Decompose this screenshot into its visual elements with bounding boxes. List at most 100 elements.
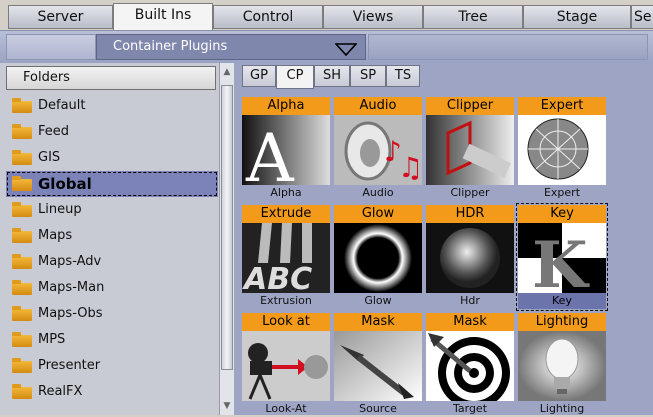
plugin-panel: GP CP SH SP TS Alpha A Alpha Audio ♪ ♫ Au… (234, 63, 653, 415)
folder-icon (12, 306, 32, 321)
lightbulb-icon (518, 331, 606, 401)
plugin-title: Mask (426, 313, 514, 331)
plugin-mask-target[interactable]: Mask Target (426, 313, 514, 417)
tab-views[interactable]: Views (323, 5, 423, 29)
subtab-ts[interactable]: TS (386, 65, 420, 87)
plugin-label: Key (518, 293, 606, 309)
category-bar-left-segment (6, 34, 96, 60)
folder-item[interactable]: Presenter (6, 353, 218, 379)
plugin-title: Look at (242, 313, 330, 331)
folder-item-selected[interactable]: Global (6, 171, 218, 197)
tab-server[interactable]: Server (8, 5, 113, 29)
folder-icon (12, 176, 32, 191)
plugin-label: Expert (543, 186, 581, 199)
svg-text:A: A (245, 120, 295, 185)
plugin-expert[interactable]: Expert Expert (518, 97, 606, 201)
folder-icon (12, 254, 32, 269)
folder-item[interactable]: Maps (6, 223, 218, 249)
plugin-label: Extrusion (260, 294, 312, 307)
tab-stage[interactable]: Stage (523, 5, 631, 29)
folder-icon (12, 280, 32, 295)
plugin-title: Clipper (426, 97, 514, 115)
folder-icon (12, 98, 32, 113)
dropdown-selected-label: Container Plugins (113, 39, 228, 54)
plugin-category-bar: Container Plugins (0, 30, 653, 63)
plugin-hdr[interactable]: HDR Hdr (426, 205, 514, 309)
hdr-sphere-icon (426, 223, 514, 293)
top-tab-bar: Server Built Ins Control Views Tree Stag… (0, 0, 653, 30)
plugin-title: Expert (518, 97, 606, 115)
folder-item[interactable]: Maps-Adv (6, 249, 218, 275)
plugin-title: Key (518, 205, 606, 223)
subtab-sh[interactable]: SH (314, 65, 350, 87)
clipper-icon (426, 115, 514, 185)
mask-dart-icon (334, 331, 422, 401)
svg-text:ABC: ABC (242, 262, 312, 293)
plugin-title: Mask (334, 313, 422, 331)
tab-tree[interactable]: Tree (423, 5, 523, 29)
plugin-glow[interactable]: Glow Glow (334, 205, 422, 309)
plugin-title: Glow (334, 205, 422, 223)
tab-built-ins[interactable]: Built Ins (113, 3, 213, 30)
folder-item[interactable]: RealFX (6, 379, 218, 405)
glow-ring-icon (334, 223, 422, 293)
scroll-down-arrow-icon[interactable]: ▼ (222, 401, 232, 411)
plugin-title: Audio (334, 97, 422, 115)
target-dart-icon (426, 331, 514, 401)
key-k-icon: K (518, 223, 606, 293)
folder-item[interactable]: Lineup (6, 197, 218, 223)
folder-item[interactable]: MPS (6, 327, 218, 353)
folders-panel: Folders Default Feed GIS Global Lineup M… (0, 63, 234, 415)
audio-ear-icon: ♪ ♫ (334, 115, 422, 185)
plugin-lighting[interactable]: Lighting Lighting (518, 313, 606, 417)
folder-icon (12, 150, 32, 165)
plugin-grid: Alpha A Alpha Audio ♪ ♫ Audio Clipper Cli… (234, 91, 653, 415)
plugin-audio[interactable]: Audio ♪ ♫ Audio (334, 97, 422, 201)
folder-icon (12, 124, 32, 139)
tab-control[interactable]: Control (213, 5, 323, 29)
plugin-extrude[interactable]: Extrude ABC Extrusion (242, 205, 330, 309)
svg-text:♫: ♫ (398, 151, 422, 184)
svg-text:K: K (532, 228, 590, 293)
folder-item[interactable]: Feed (6, 119, 218, 145)
plugin-title: Lighting (518, 313, 606, 331)
chevron-down-icon (334, 41, 358, 65)
folder-item[interactable]: Default (6, 93, 218, 119)
subtab-sp[interactable]: SP (350, 65, 386, 87)
folders-header: Folders (6, 66, 216, 90)
folder-icon (12, 228, 32, 243)
plugin-key[interactable]: Key K Key (516, 203, 608, 311)
plugin-look-at[interactable]: Look at Look-At (242, 313, 330, 417)
scroll-up-arrow-icon[interactable]: ▲ (222, 67, 232, 77)
plugin-label: Glow (364, 294, 392, 307)
folder-icon (12, 384, 32, 399)
category-bar-right-segment (368, 34, 648, 60)
plugin-label: Hdr (460, 294, 480, 307)
folder-list: Default Feed GIS Global Lineup Maps Maps… (6, 93, 218, 405)
plugin-title: Alpha (242, 97, 330, 115)
plugin-title: Extrude (242, 205, 330, 223)
extrude-abc-icon: ABC (242, 223, 330, 293)
plugin-label: Audio (362, 186, 394, 199)
expert-sphere-icon (518, 115, 606, 185)
subtab-gp[interactable]: GP (242, 65, 276, 87)
folder-icon (12, 202, 32, 217)
folder-item[interactable]: Maps-Man (6, 275, 218, 301)
folder-icon (12, 332, 32, 347)
plugin-mask-source[interactable]: Mask Source (334, 313, 422, 417)
plugin-title: HDR (426, 205, 514, 223)
folder-item[interactable]: GIS (6, 145, 218, 171)
subtab-cp[interactable]: CP (276, 65, 314, 89)
alpha-icon: A (242, 115, 330, 185)
plugin-clipper[interactable]: Clipper Clipper (426, 97, 514, 201)
plugin-label: Clipper (450, 186, 490, 199)
folders-scrollbar[interactable]: ▲ ▼ (219, 63, 234, 415)
plugin-category-dropdown[interactable]: Container Plugins (96, 34, 366, 60)
look-at-camera-icon (242, 331, 330, 401)
folder-icon (12, 358, 32, 373)
scrollbar-thumb[interactable] (221, 85, 233, 370)
folder-item[interactable]: Maps-Obs (6, 301, 218, 327)
plugin-label: Alpha (270, 186, 302, 199)
plugin-alpha[interactable]: Alpha A Alpha (242, 97, 330, 201)
tab-se[interactable]: Se (631, 5, 653, 29)
